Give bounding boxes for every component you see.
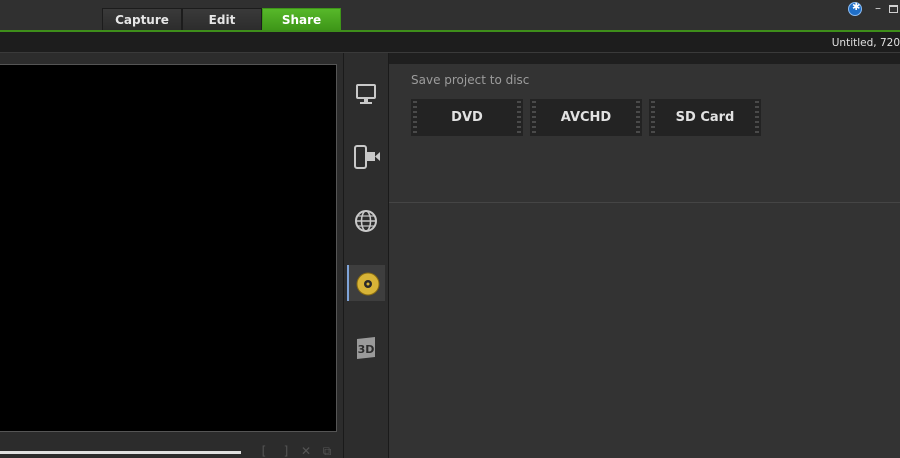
snowflake-icon[interactable]: ✱ <box>848 2 862 16</box>
tab-capture[interactable]: Capture <box>102 8 182 30</box>
timeline-scrubber[interactable] <box>0 451 241 454</box>
tab-share[interactable]: Share <box>262 8 341 30</box>
share-3d-button[interactable]: 3D <box>347 330 385 366</box>
dvd-button[interactable]: DVD <box>411 99 523 136</box>
avchd-label: AVCHD <box>560 110 612 125</box>
share-disc-button[interactable] <box>347 265 385 301</box>
maximize-icon[interactable] <box>889 5 898 13</box>
svg-text:3D: 3D <box>358 343 375 356</box>
disc-section-label: Save project to disc <box>411 73 530 87</box>
share-computer-button[interactable] <box>347 76 385 112</box>
copy-icon[interactable]: ⧉ <box>320 444 334 458</box>
monitor-icon <box>356 84 376 104</box>
mobile-device-icon <box>354 145 380 169</box>
sd-card-button[interactable]: SD Card <box>649 99 761 136</box>
mark-in-icon[interactable]: [ <box>257 444 271 458</box>
disc-icon <box>356 272 380 296</box>
video-preview <box>0 64 337 432</box>
panel-divider <box>389 202 900 203</box>
panel-header <box>389 53 900 64</box>
share-online-button[interactable] <box>347 203 385 239</box>
mark-out-icon[interactable]: ] <box>279 444 293 458</box>
delete-icon[interactable]: ✕ <box>299 444 313 458</box>
minimize-icon[interactable]: – <box>872 2 884 14</box>
globe-icon <box>355 210 377 232</box>
status-bar <box>0 32 900 53</box>
project-title: Untitled, 720 <box>831 37 900 49</box>
3d-icon: 3D <box>357 337 375 359</box>
tab-edit[interactable]: Edit <box>182 8 262 30</box>
share-device-button[interactable] <box>347 139 385 175</box>
share-side-nav <box>343 53 389 458</box>
dvd-label: DVD <box>451 110 483 125</box>
sd-card-label: SD Card <box>675 110 735 125</box>
avchd-button[interactable]: AVCHD <box>530 99 642 136</box>
